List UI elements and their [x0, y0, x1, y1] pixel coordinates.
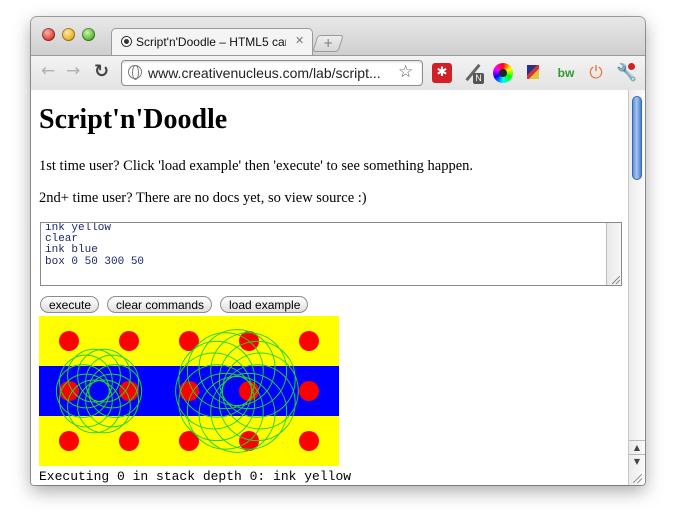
new-tab-button[interactable]: +	[312, 35, 344, 52]
forward-arrow-icon[interactable]: →	[66, 61, 80, 81]
color-picker-icon[interactable]	[493, 63, 513, 83]
globe-icon	[128, 65, 142, 80]
red-dot	[119, 431, 139, 451]
url-text[interactable]: www.creativenucleus.com/lab/script...	[148, 65, 381, 81]
flag-icon[interactable]	[525, 63, 545, 83]
command-line: ink blue	[45, 244, 98, 257]
doodle-canvas	[39, 316, 339, 466]
command-line: ink yellow	[45, 222, 112, 234]
browser-toolbar: ← → ↻ www.creativenucleus.com/lab/script…	[31, 55, 645, 91]
execute-button[interactable]: execute	[40, 296, 99, 313]
close-tab-icon[interactable]: ✕	[295, 34, 304, 47]
back-arrow-icon[interactable]: ←	[41, 61, 55, 81]
page-scrollbar[interactable]: ▲ ▼	[628, 90, 645, 485]
red-dot	[299, 331, 319, 351]
command-line: clear	[45, 233, 79, 246]
red-dot	[59, 331, 79, 351]
bookmark-star-icon[interactable]: ☆	[398, 62, 413, 82]
plus-icon: +	[323, 36, 334, 50]
reload-icon[interactable]: ↻	[94, 61, 109, 82]
bw-icon[interactable]: bw	[556, 63, 576, 83]
command-line: box 0 50 300 50	[45, 255, 145, 268]
tab-title: Script'n'Doodle – HTML5 canvas	[136, 35, 286, 49]
load-example-button[interactable]: load example	[220, 296, 308, 313]
scroll-down-arrow-icon[interactable]: ▼	[629, 454, 645, 469]
maximize-window-button[interactable]	[82, 28, 95, 41]
intro-returning: 2nd+ time user? There are no docs yet, s…	[39, 190, 367, 206]
red-dot	[299, 381, 319, 401]
window-resize-handle[interactable]	[628, 472, 645, 485]
red-dot	[119, 331, 139, 351]
n-wand-icon[interactable]: N	[463, 63, 484, 84]
page-favicon-icon	[121, 36, 132, 47]
browser-window: Script'n'Doodle – HTML5 canvas ✕ + ← → ↻…	[31, 17, 645, 485]
title-bar: Script'n'Doodle – HTML5 canvas ✕ +	[31, 17, 645, 56]
tab-scriptndoodle[interactable]: Script'n'Doodle – HTML5 canvas ✕	[111, 28, 313, 56]
update-dot-icon	[628, 63, 635, 70]
execution-status: Executing 0 in stack depth 0: ink yellow	[39, 469, 352, 484]
red-dot	[179, 381, 199, 401]
wrench-icon[interactable]: 🔧	[616, 63, 637, 83]
close-window-button[interactable]	[42, 28, 55, 41]
red-dot	[299, 431, 319, 451]
clear-commands-button[interactable]: clear commands	[107, 296, 212, 313]
minimize-window-button[interactable]	[62, 28, 75, 41]
page-title: Script'n'Doodle	[39, 104, 228, 135]
address-bar[interactable]: www.creativenucleus.com/lab/script... ☆	[121, 60, 423, 86]
scroll-thumb[interactable]	[632, 96, 642, 180]
intro-first-time: 1st time user? Click 'load example' then…	[39, 158, 474, 174]
scroll-up-arrow-icon[interactable]: ▲	[629, 440, 645, 455]
n-badge: N	[473, 73, 484, 84]
commands-textarea[interactable]: ink yellow clear ink blue box 0 50 300 5…	[40, 222, 622, 286]
page-content: Script'n'Doodle 1st time user? Click 'lo…	[31, 90, 628, 485]
red-dot	[239, 381, 259, 401]
power-icon[interactable]: ⏻	[586, 63, 606, 83]
red-dot	[59, 431, 79, 451]
textarea-resize-handle[interactable]	[612, 276, 620, 284]
lastpass-icon[interactable]: ✱	[432, 63, 452, 83]
